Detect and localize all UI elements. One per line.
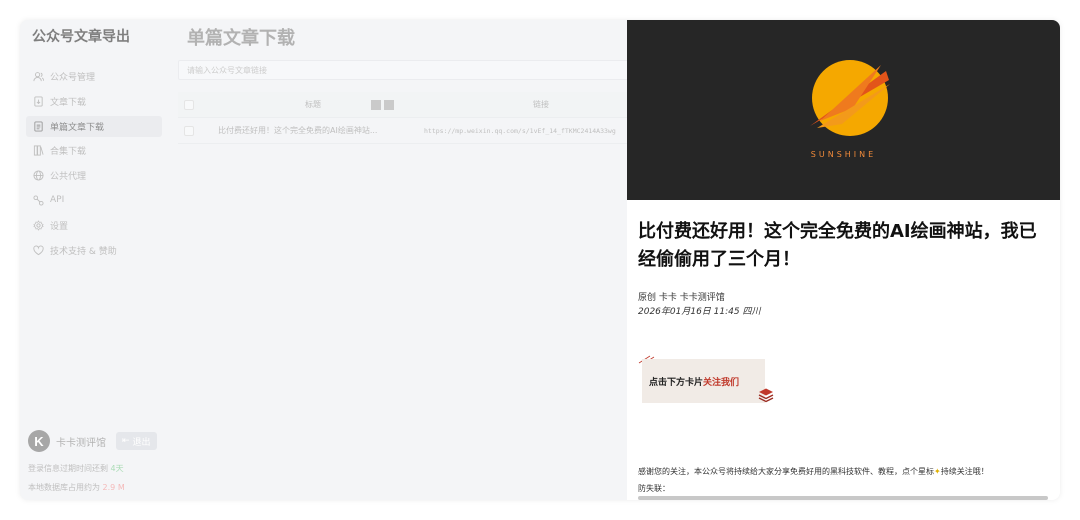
follow-card-highlight: 关注我们 xyxy=(703,377,740,388)
article-meta: 原创 卡卡 卡卡测评馆 2026年01月16日 11:45 四川 xyxy=(638,291,760,319)
horizontal-scrollbar[interactable] xyxy=(638,496,1048,500)
banner-brand: SUNSHINE xyxy=(810,150,877,159)
article-banner: SUNSHINE xyxy=(627,20,1060,200)
sunshine-logo-icon xyxy=(810,60,890,136)
star-icon: ✦ xyxy=(934,467,941,476)
follow-card-text: 点击下方卡片 xyxy=(649,377,704,388)
article-title: 比付费还好用！这个完全免费的AI绘画神站，我已经偷偷用了三个月！ xyxy=(638,221,1037,270)
article-paragraph: 感谢您的关注，本公众号将持续给大家分享免费好用的黑科技软件、教程，点个星标✦持续… xyxy=(638,463,1053,497)
article-author: 原创 卡卡 卡卡测评馆 xyxy=(638,293,725,303)
follow-card[interactable]: 点击下方卡片 关注我们 xyxy=(642,359,765,403)
article-date: 2026年01月16日 11:45 四川 xyxy=(638,307,761,317)
stack-icon xyxy=(758,388,774,403)
article-paragraph-2: 防失联： xyxy=(638,484,670,493)
window-frame: 公众号文章导出 公众号管理 文章下载 单篇文章下载 合集下载 公共代理 API … xyxy=(20,20,1060,500)
article-preview-panel: SUNSHINE 比付费还好用！这个完全免费的AI绘画神站，我已经偷偷用了三个月… xyxy=(627,20,1060,500)
